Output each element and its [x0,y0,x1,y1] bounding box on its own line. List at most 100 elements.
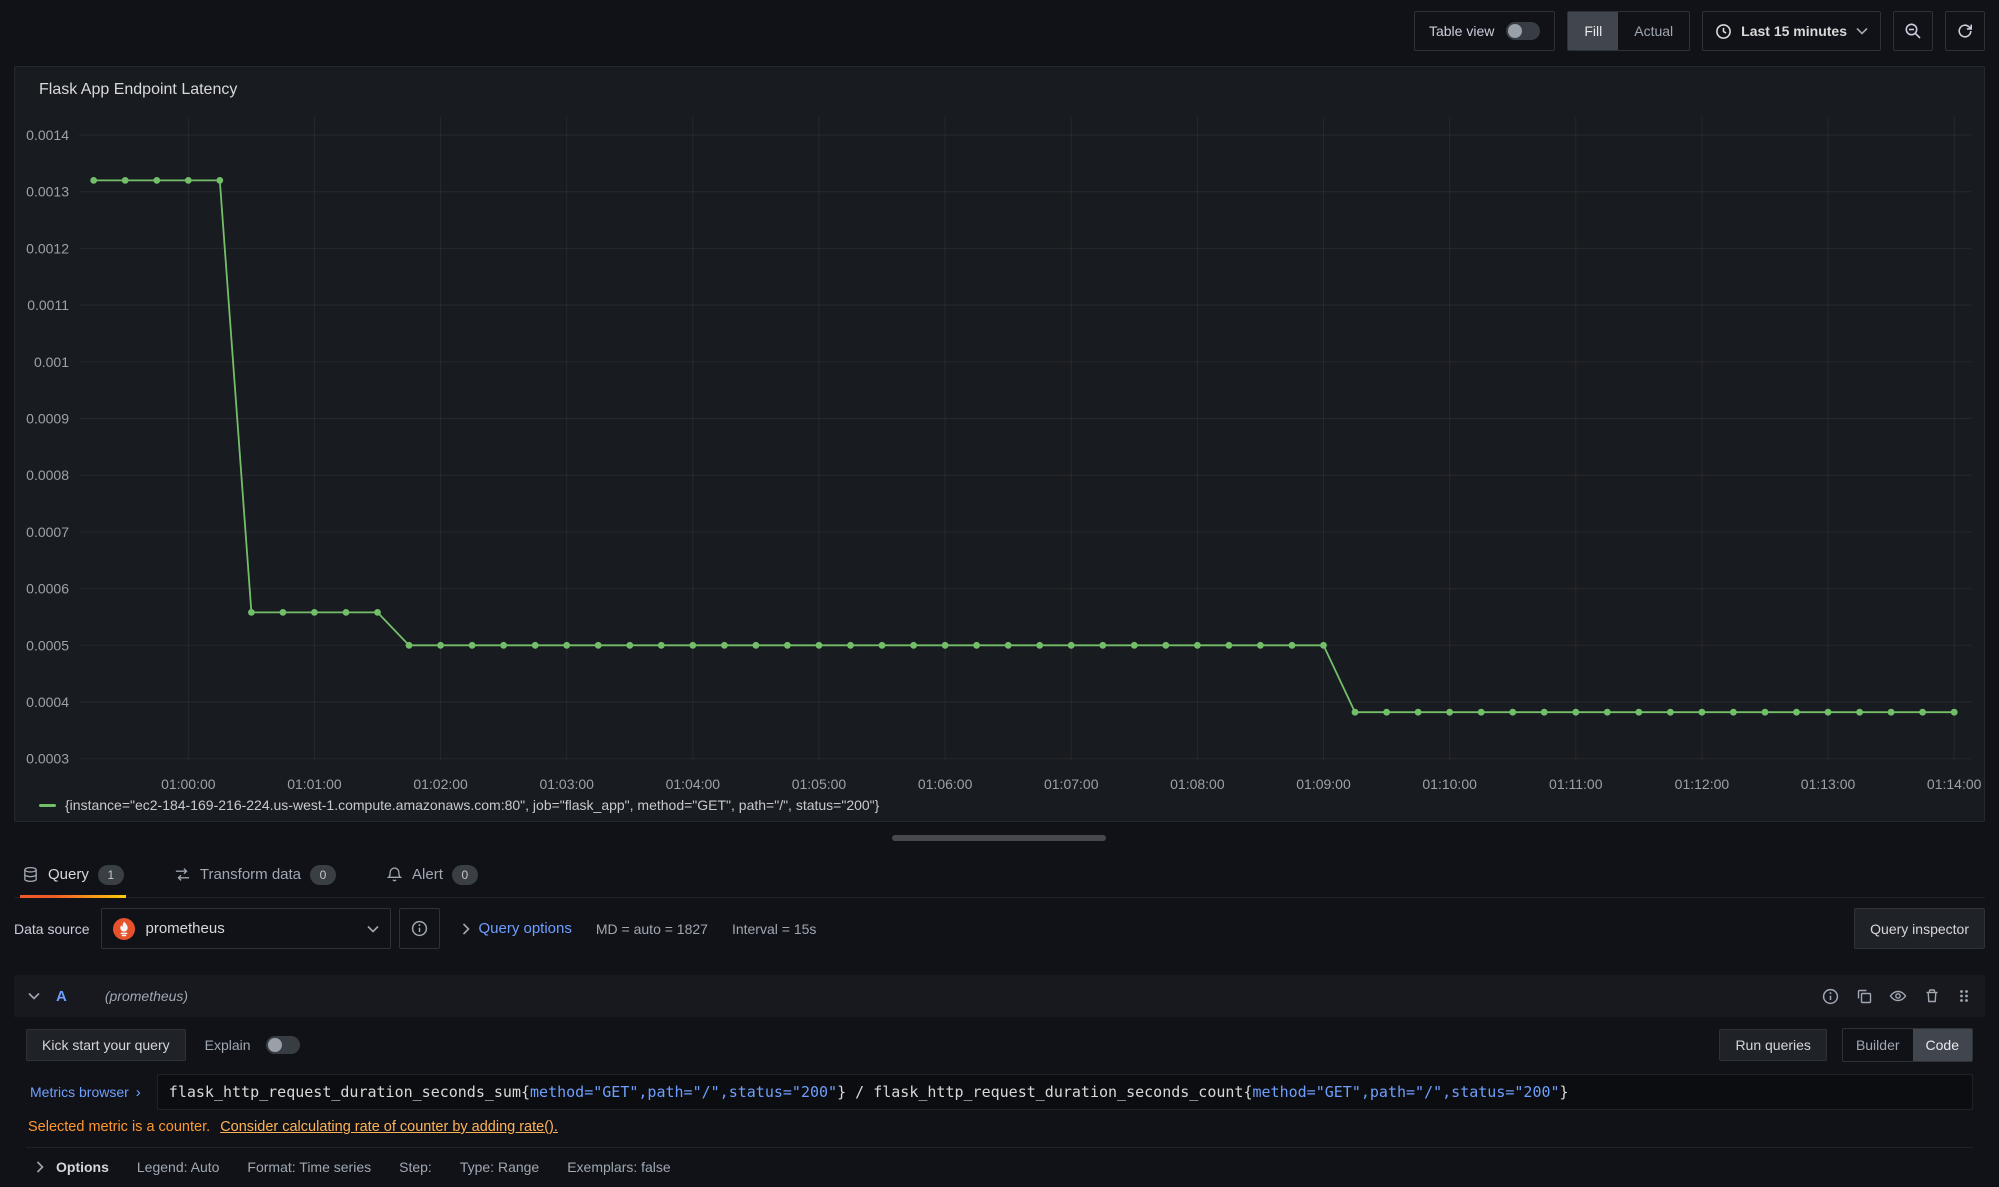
query-editor-card: A (prometheus) Kic [14,975,1985,1186]
svg-text:01:11:00: 01:11:00 [1549,776,1603,792]
svg-text:01:08:00: 01:08:00 [1170,776,1225,792]
angle-right-icon [36,1161,44,1173]
copy-icon [1856,988,1872,1004]
options-label: Options [56,1159,109,1175]
table-view-control: Table view [1414,11,1555,51]
metrics-browser-toggle[interactable]: Metrics browser › [26,1074,157,1110]
panel-title: Flask App Endpoint Latency [39,81,237,99]
info-circle-icon [1822,988,1839,1005]
tab-label: Transform data [200,866,301,883]
metrics-browser-label: Metrics browser [30,1084,129,1100]
remove-query-button[interactable] [1924,988,1940,1004]
svg-text:01:10:00: 01:10:00 [1422,776,1477,792]
query-options-toggle[interactable]: Query options [462,920,571,937]
query-toolbar: Kick start your query Explain Run querie… [14,1017,1985,1070]
datasource-selected-value: prometheus [145,920,224,937]
disable-query-button[interactable] [1889,987,1907,1005]
svg-text:0.0012: 0.0012 [26,240,69,256]
options-collapsed-row[interactable]: Options Legend: Auto Format: Time series… [26,1147,1973,1186]
options-exemplars-summary: Exemplars: false [567,1159,670,1175]
svg-text:0.0013: 0.0013 [26,184,69,200]
toggle-knob [1508,24,1522,38]
angle-right-icon [462,923,470,935]
svg-text:0.0011: 0.0011 [27,297,69,313]
refresh-button[interactable] [1945,11,1985,51]
tab-query[interactable]: Query 1 [20,852,126,897]
panel-resize-handle[interactable] [892,835,1106,841]
explain-label: Explain [205,1037,251,1053]
tab-count-badge: 1 [98,865,124,885]
magnifier-minus-icon [1904,22,1922,40]
svg-text:0.0005: 0.0005 [26,637,69,653]
svg-text:01:04:00: 01:04:00 [666,776,721,792]
counter-warning: Selected metric is a counter. Consider c… [14,1110,1985,1137]
builder-mode-button[interactable]: Builder [1843,1029,1913,1061]
zoom-out-button[interactable] [1893,11,1933,51]
datasource-row: Data source prometheus Query options MD … [14,908,1985,949]
rate-hint-link[interactable]: Consider calculating rate of counter by … [220,1119,558,1135]
query-inspector-button[interactable]: Query inspector [1854,908,1985,949]
actual-button[interactable]: Actual [1618,12,1689,50]
tab-transform-data[interactable]: Transform data 0 [172,852,338,897]
query-editor-row: Metrics browser › flask_http_request_dur… [26,1074,1973,1110]
svg-text:01:14:00: 01:14:00 [1927,776,1982,792]
transform-icon [174,866,191,883]
table-view-label: Table view [1429,23,1494,39]
time-range-button[interactable]: Last 15 minutes [1702,11,1881,51]
legend-series-swatch [39,804,56,807]
chevron-down-icon [367,925,379,933]
latency-panel: Flask App Endpoint Latency 0.0003 0.0004 0… [14,66,1985,822]
topbar: Table view Fill Actual Last 15 minutes [0,0,1999,62]
query-row-header[interactable]: A (prometheus) [14,975,1985,1017]
svg-text:01:00:00: 01:00:00 [161,776,216,792]
run-queries-button[interactable]: Run queries [1719,1029,1827,1061]
datasource-picker[interactable]: prometheus [101,908,391,949]
options-format-summary: Format: Time series [247,1159,371,1175]
tab-label: Query [48,866,89,883]
drag-handle[interactable] [1957,988,1971,1004]
trash-icon [1924,988,1940,1004]
code-mode-button[interactable]: Code [1913,1029,1972,1061]
svg-text:01:09:00: 01:09:00 [1296,776,1351,792]
latency-chart[interactable]: 0.00030.00040.00050.00060.00070.00080.00… [15,103,1984,803]
time-range-label: Last 15 minutes [1741,23,1847,39]
chevron-down-icon [1856,27,1868,35]
options-step-summary: Step: [399,1159,432,1175]
svg-text:01:12:00: 01:12:00 [1675,776,1730,792]
options-legend-summary: Legend: Auto [137,1159,220,1175]
svg-text:01:07:00: 01:07:00 [1044,776,1099,792]
options-type-summary: Type: Range [460,1159,539,1175]
fill-button[interactable]: Fill [1568,12,1618,50]
duplicate-query-button[interactable] [1856,988,1872,1004]
svg-text:0.0003: 0.0003 [26,751,69,767]
query-ref-id: A [56,988,67,1005]
tab-count-badge: 0 [452,865,478,885]
builder-code-segmented: Builder Code [1842,1028,1973,1062]
tab-count-badge: 0 [310,865,336,885]
tab-alert[interactable]: Alert 0 [384,852,480,897]
chart-legend-item[interactable]: {instance="ec2-184-169-216-224.us-west-1… [39,797,879,813]
svg-text:0.0004: 0.0004 [26,694,69,710]
kick-start-query-button[interactable]: Kick start your query [26,1029,186,1061]
datasource-info-button[interactable] [399,908,440,949]
chevron-down-icon [28,992,40,1000]
svg-text:0.0007: 0.0007 [26,524,69,540]
tab-label: Alert [412,866,443,883]
query-datasource-hint: (prometheus) [105,988,188,1004]
editor-tabs: Query 1 Transform data 0 Alert 0 [14,852,1985,898]
promql-expression-input[interactable]: flask_http_request_duration_seconds_sum{… [157,1074,1973,1110]
bell-icon [386,866,403,883]
svg-text:01:02:00: 01:02:00 [413,776,468,792]
angle-right-icon: › [136,1084,141,1101]
query-help-button[interactable] [1822,988,1839,1005]
svg-text:0.0008: 0.0008 [26,467,69,483]
datasource-label: Data source [14,921,89,937]
prometheus-icon [113,918,135,940]
warning-text: Selected metric is a counter. [28,1119,210,1135]
svg-text:01:01:00: 01:01:00 [287,776,342,792]
explain-toggle[interactable] [266,1036,300,1054]
toggle-knob [268,1038,282,1052]
table-view-toggle[interactable] [1506,22,1540,40]
clock-icon [1715,23,1732,40]
svg-text:01:05:00: 01:05:00 [792,776,847,792]
